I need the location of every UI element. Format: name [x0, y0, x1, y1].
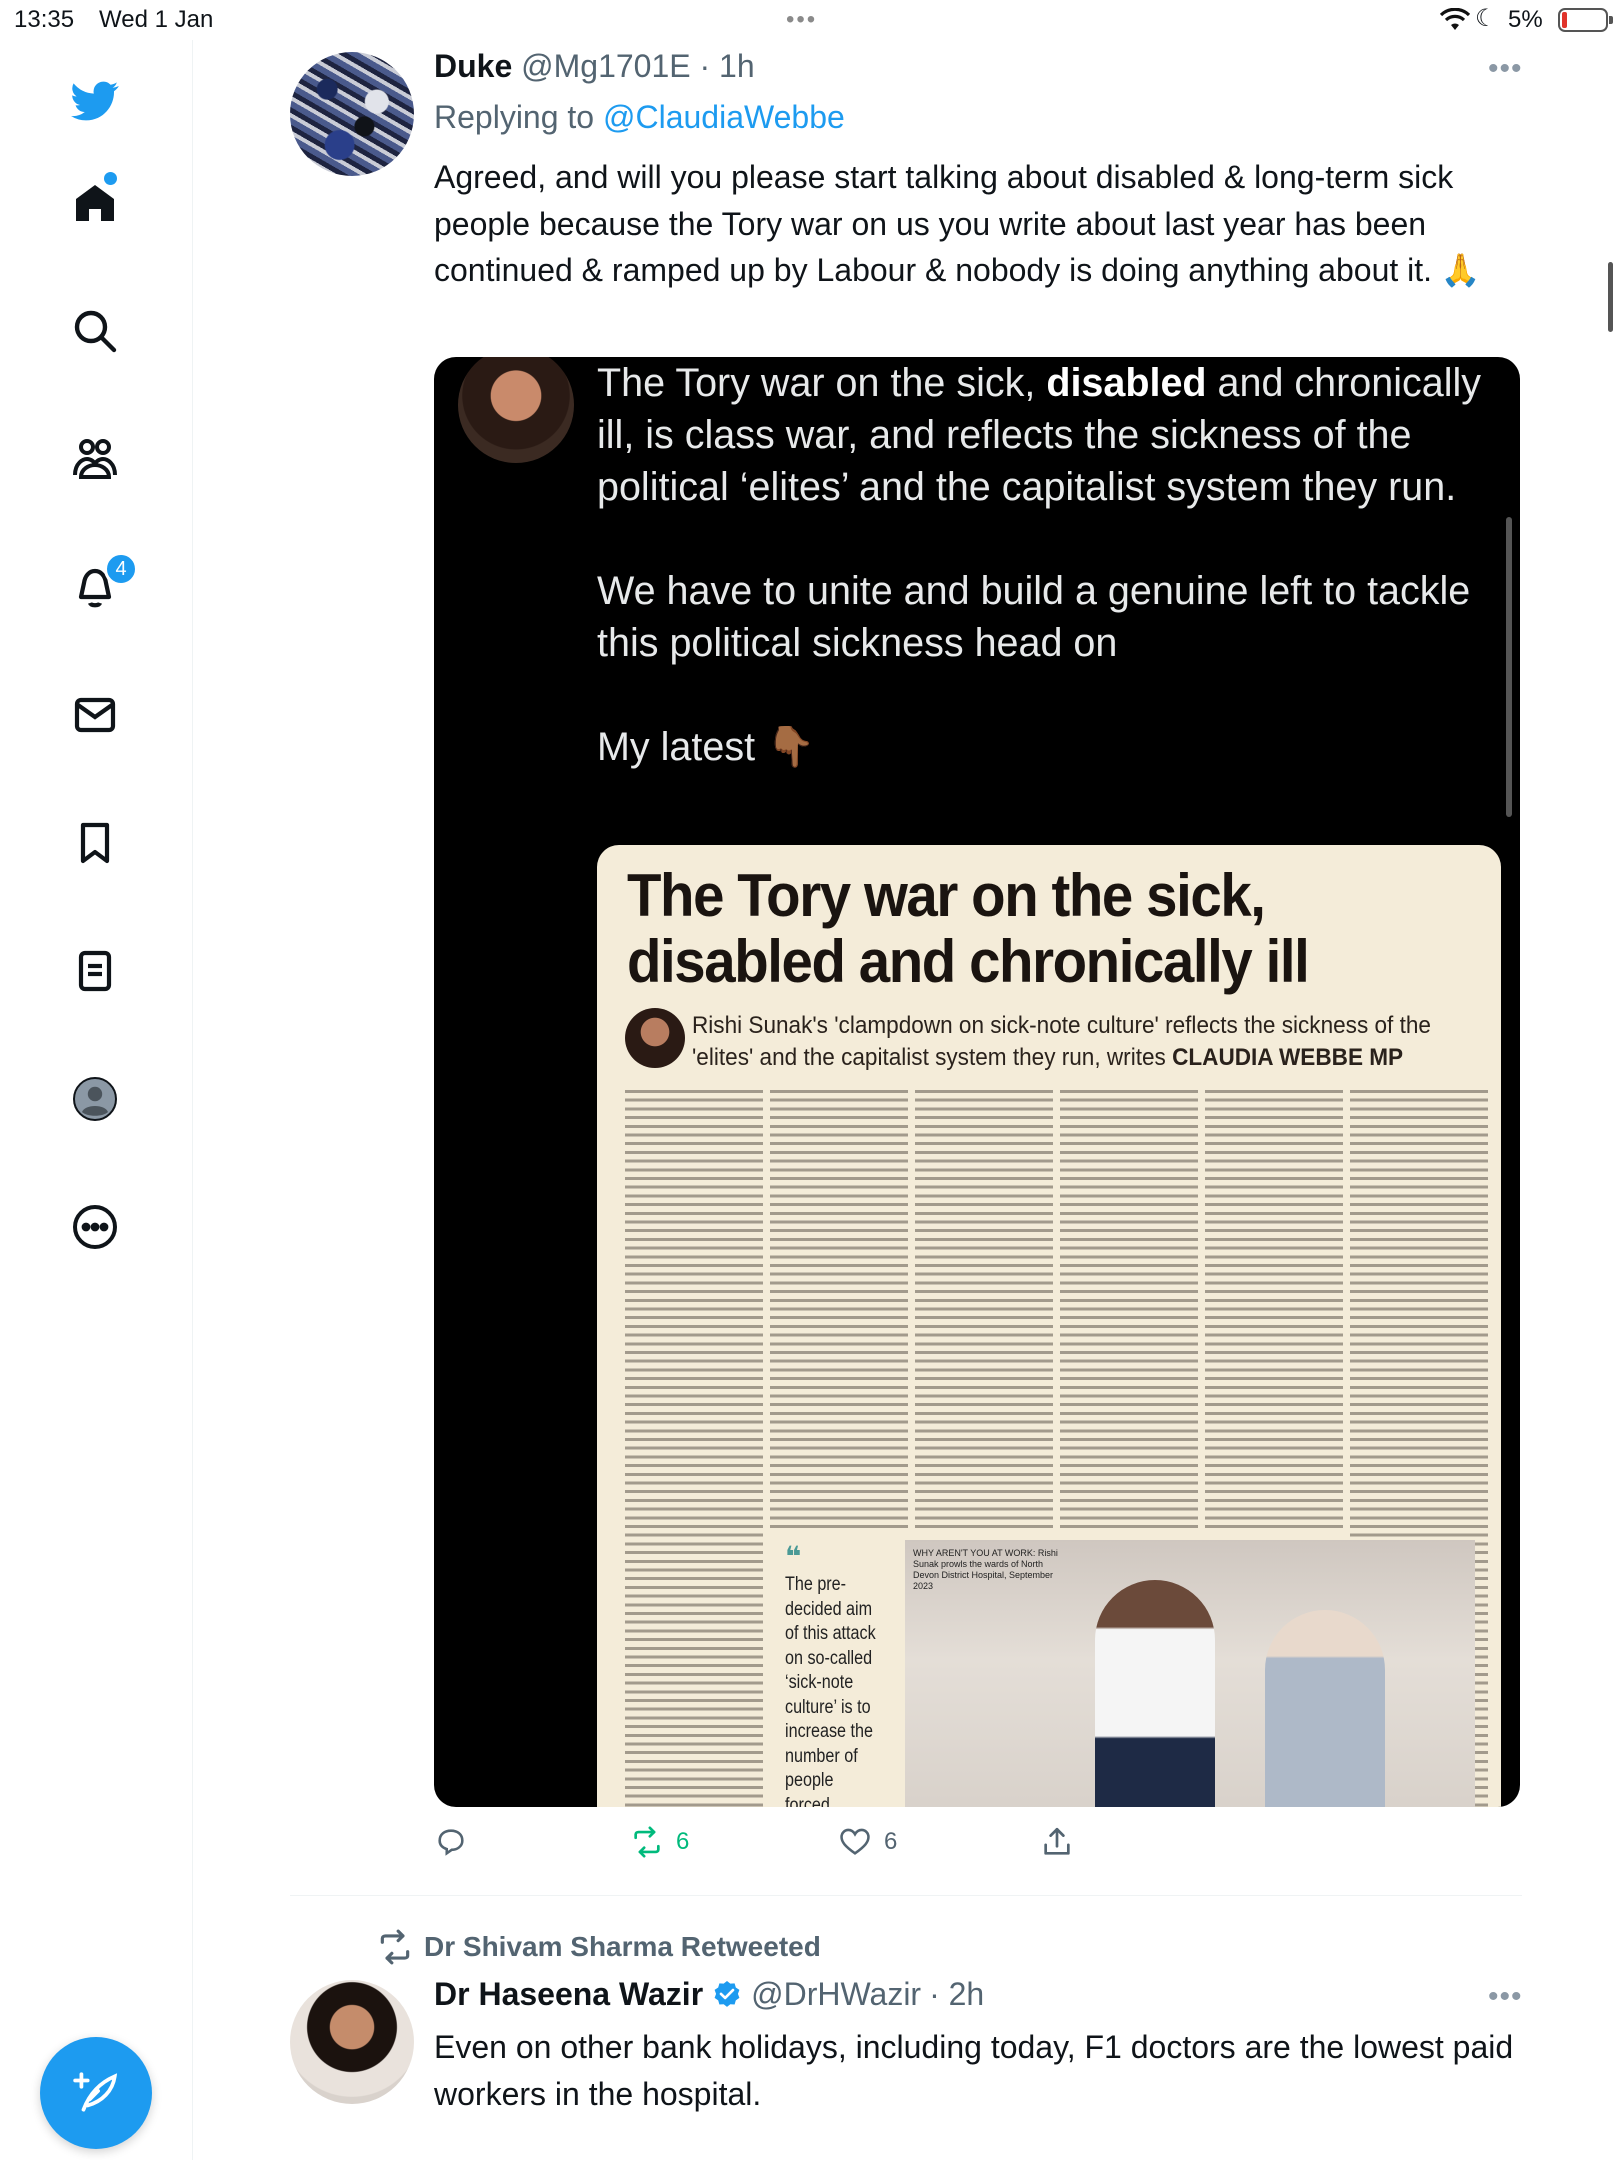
- share-icon: [1044, 1827, 1070, 1855]
- retweet-icon: [634, 1826, 660, 1858]
- mention-link[interactable]: @ClaudiaWebbe: [603, 99, 845, 135]
- status-date: Wed 1 Jan: [99, 6, 214, 33]
- embedded-scrollbar: [1506, 517, 1512, 817]
- article-headline: The Tory war on the sick, disabled and c…: [627, 862, 1310, 995]
- tweet-more-button[interactable]: •••: [1488, 52, 1523, 86]
- article-body-columns: ❝ The pre-decided aim of this attack on …: [625, 1090, 1488, 1807]
- bookmark-icon[interactable]: [62, 810, 128, 876]
- avatar[interactable]: [290, 52, 414, 176]
- embedded-avatar: [458, 357, 574, 463]
- photo-caption: WHY AREN'T YOU AT WORK: Rishi Sunak prow…: [913, 1548, 1058, 1591]
- tweet-divider: [290, 1895, 1522, 1896]
- article-column: [625, 1090, 763, 1807]
- tweet-text: Agreed, and will you please start talkin…: [434, 159, 1481, 288]
- share-button[interactable]: [1040, 1825, 1086, 1859]
- communities-icon[interactable]: [62, 426, 128, 492]
- article-column: [770, 1090, 908, 1530]
- notification-count-badge: 4: [104, 552, 138, 586]
- tweet-timestamp[interactable]: · 1h: [700, 48, 755, 84]
- home-unread-dot: [104, 172, 117, 185]
- display-name[interactable]: Duke: [434, 48, 512, 84]
- display-name[interactable]: Dr Haseena Wazir: [434, 1976, 703, 2013]
- home-icon[interactable]: [62, 170, 128, 236]
- wifi-icon: [1439, 7, 1471, 39]
- feather-plus-icon: [73, 2072, 118, 2112]
- retweet-count: 6: [676, 1828, 690, 1855]
- reply-icon: [438, 1829, 464, 1856]
- profile-icon[interactable]: [62, 1066, 128, 1132]
- lists-icon[interactable]: [62, 938, 128, 1004]
- user-handle[interactable]: @Mg1701E: [521, 48, 690, 84]
- quote-mark-icon: ❝: [785, 1541, 802, 1572]
- twitter-logo-icon[interactable]: [62, 68, 128, 134]
- status-time: 13:35: [14, 6, 75, 33]
- like-count: 6: [884, 1828, 898, 1855]
- verified-badge-icon: [714, 1980, 740, 2007]
- tweet-actions: 6 6: [434, 1825, 1534, 1869]
- article-column: [1205, 1090, 1343, 1530]
- retweet-button[interactable]: 6: [630, 1825, 689, 1859]
- more-icon[interactable]: [62, 1194, 128, 1260]
- article-photo: WHY AREN'T YOU AT WORK: Rishi Sunak prow…: [905, 1540, 1475, 1807]
- compose-tweet-button[interactable]: [40, 2037, 152, 2149]
- like-button[interactable]: 6: [838, 1825, 897, 1859]
- tweet-header: Dr Haseena Wazir @DrHWazir · 2h: [434, 1976, 984, 2013]
- reply-button[interactable]: [434, 1825, 480, 1859]
- retweeted-by: Dr Shivam Sharma Retweeted: [376, 1928, 821, 1966]
- photo-figure: [1095, 1580, 1215, 1807]
- photo-figure: [1265, 1610, 1385, 1807]
- tweet-timestamp[interactable]: · 2h: [929, 1976, 984, 2013]
- pullquote-text: The pre-decided aim of this attack on so…: [785, 1574, 876, 1807]
- retweet-icon: [380, 1929, 410, 1965]
- tweet-header: Duke @Mg1701E · 1h: [434, 48, 755, 85]
- article-column: [915, 1090, 1053, 1530]
- retweeted-by-label[interactable]: Dr Shivam Sharma Retweeted: [424, 1931, 821, 1963]
- heart-icon: [840, 1828, 870, 1855]
- multitasking-handle[interactable]: •••: [786, 6, 817, 34]
- embedded-text-para3: My latest 👇🏾: [597, 725, 816, 769]
- sidebar: 4: [0, 40, 193, 2160]
- article-clipping: The Tory war on the sick, disabled and c…: [597, 845, 1501, 1807]
- tweet-text: Even on other bank holidays, including t…: [434, 2029, 1514, 2112]
- status-bar: 13:35 Wed 1 Jan ••• ☾ 5%: [0, 0, 1620, 40]
- article-column: [1060, 1090, 1198, 1530]
- battery-icon: [1558, 8, 1613, 32]
- embedded-tweet-text: The Tory war on the sick, disabled and c…: [597, 357, 1497, 773]
- page-scrollbar[interactable]: [1608, 262, 1613, 332]
- avatar[interactable]: [290, 1980, 414, 2104]
- replying-to-label: Replying to: [434, 99, 595, 135]
- author-photo: [625, 1008, 685, 1068]
- embedded-text-para2: We have to unite and build a genuine lef…: [597, 569, 1471, 665]
- article-standfirst: Rishi Sunak's 'clampdown on sick-note cu…: [692, 1010, 1444, 1074]
- battery-percentage: 5%: [1508, 6, 1543, 33]
- replying-to: Replying to @ClaudiaWebbe: [434, 99, 845, 136]
- user-handle[interactable]: @DrHWazir: [751, 1976, 921, 2013]
- embedded-text-line1a: The Tory war on the sick,: [597, 361, 1047, 405]
- do-not-disturb-icon: ☾: [1475, 5, 1497, 32]
- tweet-more-button[interactable]: •••: [1488, 1980, 1523, 2014]
- mail-icon[interactable]: [62, 682, 128, 748]
- tweet-media-image[interactable]: The Tory war on the sick, disabled and c…: [434, 357, 1520, 1807]
- article-author: CLAUDIA WEBBE MP: [1172, 1044, 1404, 1071]
- embedded-text-bold: disabled: [1046, 361, 1207, 405]
- article-pullquote: ❝ The pre-decided aim of this attack on …: [785, 1540, 895, 1807]
- search-icon[interactable]: [62, 298, 128, 364]
